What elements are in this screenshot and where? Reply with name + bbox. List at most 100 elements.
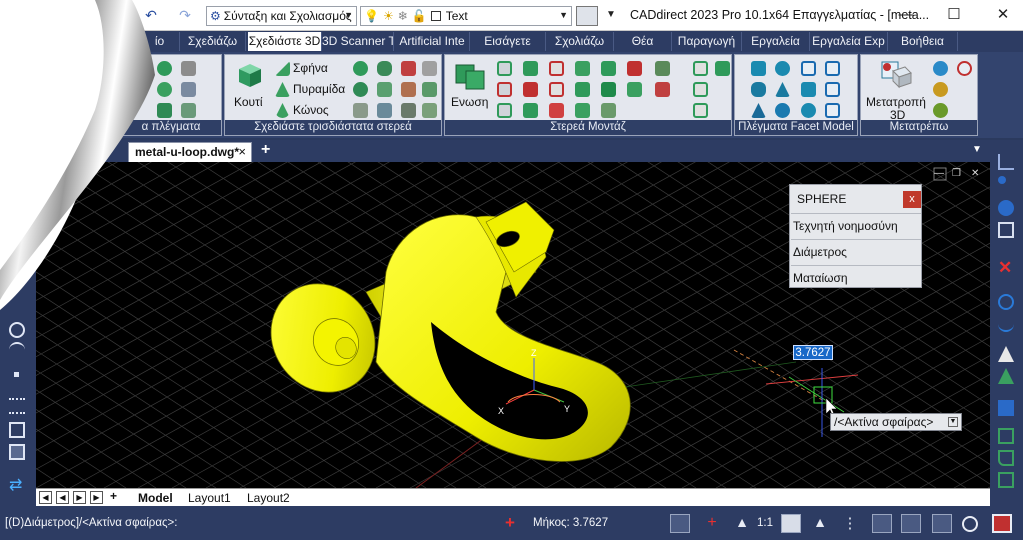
lineweight-icon[interactable] [901, 514, 921, 533]
fillet-edge-icon[interactable] [655, 61, 670, 76]
clean-icon[interactable] [627, 61, 642, 76]
facet-pyramid-icon[interactable] [775, 82, 790, 97]
close-icon[interactable]: ✕ [993, 6, 1013, 24]
taper-face-icon[interactable] [549, 82, 564, 97]
sphere-icon[interactable] [353, 61, 368, 76]
annotation-scale[interactable]: 1:1 [757, 517, 773, 529]
tab-view[interactable]: Θέα [614, 32, 672, 51]
layer-manager-icon[interactable] [576, 6, 598, 26]
rotate-3d-icon[interactable] [715, 61, 730, 76]
tools-grid-icon[interactable]: ⋮ [840, 514, 860, 533]
convert-label-line1[interactable]: Μετατροπή [866, 95, 926, 109]
add-layout-icon[interactable]: + [107, 490, 120, 504]
convert-to-surface-icon[interactable] [933, 82, 948, 97]
redo-icon[interactable]: ↷ [174, 5, 196, 25]
chamfer-edge-icon[interactable] [655, 82, 670, 97]
box-3d-icon[interactable] [235, 61, 265, 89]
color-edge-icon[interactable] [575, 82, 590, 97]
viewport-close-icon[interactable]: ✕ [971, 168, 979, 179]
document-tab[interactable]: metal-u-loop.dwg* × [128, 142, 252, 162]
dynamic-input-icon[interactable] [932, 514, 952, 533]
explode-icon[interactable] [998, 472, 1014, 488]
section-plane-icon[interactable] [693, 61, 708, 76]
check-icon[interactable] [627, 82, 642, 97]
tab-insert[interactable]: Εισάγετε [470, 32, 546, 51]
loft-icon[interactable] [401, 61, 416, 76]
facet-merge-icon[interactable] [801, 82, 816, 97]
facet-cone-icon[interactable] [751, 103, 766, 118]
copy-face-icon[interactable] [575, 61, 590, 76]
stretch-icon[interactable] [998, 222, 1014, 238]
imprint-icon[interactable] [601, 61, 616, 76]
drawing-viewport[interactable]: Z X Y — ❐ ✕ SPHERE x Τεχνητή νοημοσύνη Δ… [36, 162, 990, 488]
intersect-icon[interactable] [497, 82, 512, 97]
point-tool-icon[interactable] [14, 372, 19, 377]
mesh-wedge-icon[interactable] [181, 103, 196, 118]
wedge-label[interactable]: Σφήνα [293, 61, 328, 75]
tab-annotate[interactable]: Σχολιάζω [546, 32, 614, 51]
viewport-restore-icon[interactable]: ❐ [952, 168, 961, 179]
rotate-face-icon[interactable] [549, 61, 564, 76]
popup-item-ai[interactable]: Τεχνητή νοημοσύνη [791, 213, 921, 238]
mesh-torus-icon[interactable] [157, 82, 172, 97]
tab-help[interactable]: Βοήθεια [888, 32, 958, 51]
move-face-icon[interactable] [523, 61, 538, 76]
tab-draw-3d[interactable]: Σχεδιάστε 3D [248, 32, 322, 51]
quick-access-menu-icon[interactable]: ▼ [606, 9, 616, 20]
trim-icon[interactable] [998, 316, 1014, 332]
snap-icon[interactable]: + [702, 514, 722, 533]
move-icon[interactable] [998, 400, 1014, 416]
new-tab-icon[interactable]: + [261, 141, 270, 159]
tab-3d-scanner[interactable]: 3D Scanner T [322, 32, 394, 51]
tab-draw[interactable]: Σχεδιάζω [180, 32, 246, 51]
sync-icon[interactable]: ⇄ [9, 478, 25, 494]
tab-output[interactable]: Παραγωγή [672, 32, 742, 51]
popup-item-diameter[interactable]: Διάμετρος [791, 239, 921, 264]
grid-icon[interactable] [872, 514, 892, 533]
convert-to-solid-icon[interactable] [933, 61, 948, 76]
polysolid-icon[interactable] [377, 82, 392, 97]
undo-icon[interactable]: ↶ [140, 5, 162, 25]
section-icon[interactable] [422, 103, 437, 118]
tab-express-tools[interactable]: Εργαλεία Exp [810, 32, 888, 51]
mesh-cone-icon[interactable] [157, 103, 172, 118]
mirror-icon[interactable] [998, 346, 1014, 362]
facet-refine-icon[interactable] [825, 103, 840, 118]
popup-item-cancel[interactable]: Ματαίωση [791, 265, 921, 290]
ortho-icon[interactable] [670, 514, 690, 533]
chamfer-icon[interactable] [998, 428, 1014, 444]
prev-layout-icon[interactable]: ◀ [56, 491, 69, 504]
rect-tool-icon[interactable] [9, 422, 25, 438]
slice-icon[interactable] [401, 103, 416, 118]
thicken-icon[interactable] [422, 61, 437, 76]
color-face-icon[interactable] [549, 103, 564, 118]
sweep-icon[interactable] [401, 82, 416, 97]
cylinder-icon[interactable] [377, 61, 392, 76]
popup-close-button[interactable]: x [903, 191, 921, 208]
tab-layout1[interactable]: Layout1 [188, 491, 231, 505]
wedge-icon[interactable] [275, 61, 290, 76]
workspace-icon[interactable]: ▲ [810, 514, 830, 533]
scale-icon[interactable] [998, 176, 1006, 184]
tab-home-partial[interactable]: ίο [140, 32, 180, 51]
facet-sphere-icon[interactable] [775, 61, 790, 76]
clean-screen-icon[interactable] [992, 514, 1012, 533]
align-3d-icon[interactable] [693, 82, 708, 97]
mesh-cylinder-icon[interactable] [181, 82, 196, 97]
layer-combo[interactable]: 💡 ☀ ❄ 🔓 Text ▼ [360, 6, 572, 26]
fillet-icon[interactable] [998, 450, 1014, 466]
workspace-combo[interactable]: ⚙ Σύνταξη και Σχολιασμός ▼ [206, 6, 357, 26]
shell-icon[interactable] [601, 103, 616, 118]
convert-to-facet-icon[interactable] [933, 103, 948, 118]
first-layout-icon[interactable]: ◀ [39, 491, 52, 504]
convert-to-mesh-icon[interactable] [957, 61, 972, 76]
mesh-box-icon[interactable] [181, 61, 196, 76]
facet-smooth-icon[interactable] [801, 103, 816, 118]
extrude-face-icon[interactable] [497, 103, 512, 118]
extrude-icon[interactable] [353, 103, 368, 118]
union-icon[interactable] [453, 61, 487, 91]
mesh-sphere-icon[interactable] [157, 61, 172, 76]
array-icon[interactable] [998, 368, 1014, 384]
next-layout-icon[interactable]: ▶ [73, 491, 86, 504]
subtract-icon[interactable] [497, 61, 512, 76]
